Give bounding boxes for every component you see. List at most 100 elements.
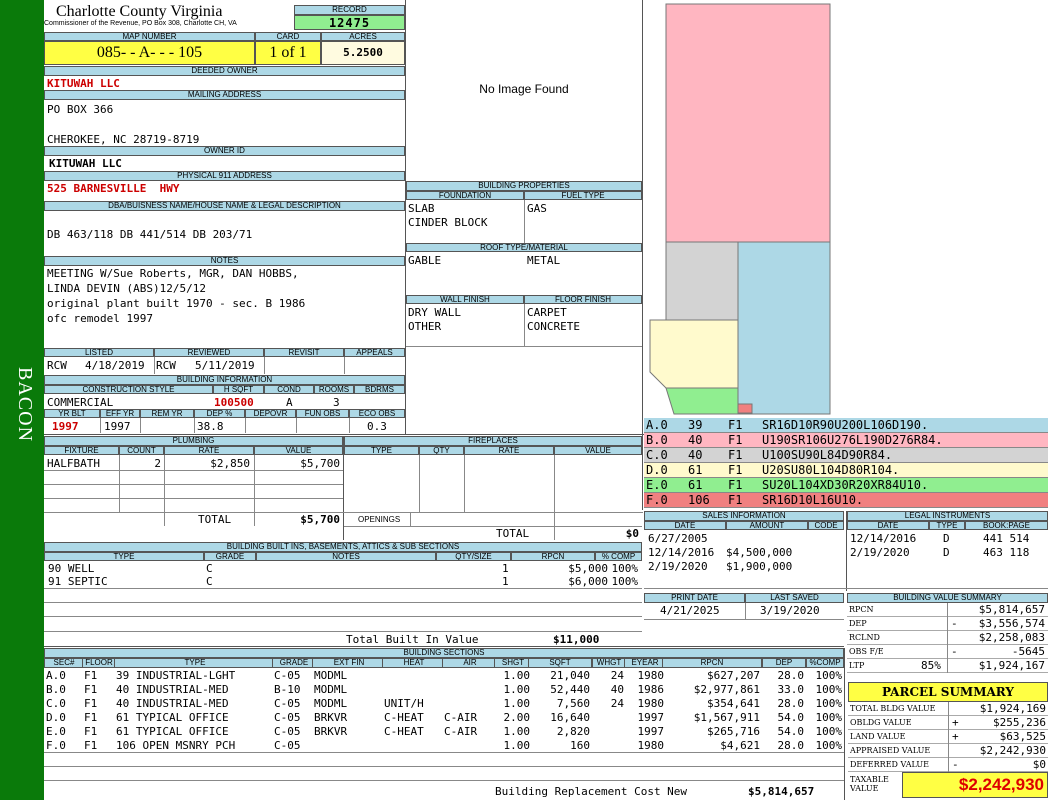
last-saved-header: LAST SAVED: [745, 593, 844, 603]
section-cell: C-05: [274, 739, 301, 752]
section-cell: $2,977,861: [693, 683, 760, 696]
builtin-grade: C: [206, 562, 213, 575]
section-cell: C-05: [274, 669, 301, 682]
legend-n: 39: [688, 418, 703, 432]
record-number: 12475: [294, 15, 405, 30]
foundation-header: FOUNDATION: [406, 191, 524, 200]
county-title: Charlotte County Virginia: [56, 3, 223, 20]
dep-pct-header: DEP %: [194, 409, 245, 418]
replacement-cost-label: Building Replacement Cost New: [495, 785, 688, 798]
legend-floor: F1: [728, 478, 743, 492]
legend-path: U190SR106U276L190D276R84.: [762, 433, 943, 447]
builtin-rpcn: $6,000: [568, 575, 608, 588]
building-sections-header: BUILDING SECTIONS: [44, 648, 844, 658]
yr-blt: 1997: [52, 420, 79, 433]
listed-date: 4/18/2019: [85, 359, 145, 372]
section-row: B.0 F1 40 INDUSTRIAL-MED B-10 MODML 1.00 52,44…: [44, 683, 844, 697]
cond-header: COND: [264, 385, 314, 394]
rooms: 3: [333, 396, 340, 409]
section-col-header: TYPE: [114, 658, 276, 668]
yr-blt-header: YR BLT: [44, 409, 100, 418]
floor-2: CONCRETE: [527, 320, 580, 333]
section-cell: C-05: [274, 725, 301, 738]
section-cell: 28.0: [777, 669, 805, 682]
ps-sign: +: [952, 716, 959, 729]
total-built-in-label: Total Built In Value: [346, 633, 479, 646]
section-cell: 33.0: [777, 683, 805, 696]
legend-code: B.0: [646, 433, 668, 447]
ps-sign: -: [952, 758, 959, 771]
section-cell: 28.0: [777, 697, 805, 710]
legal-type: D: [943, 532, 950, 545]
section-cell: 100%: [815, 739, 843, 752]
builtin-qty: 1: [502, 562, 509, 575]
map-number-header: MAP NUMBER: [44, 32, 255, 41]
deeded-owner-header: DEEDED OWNER: [44, 66, 405, 76]
sketch-section-d: [649, 319, 739, 389]
owner-id-header: OWNER ID: [44, 146, 405, 156]
fp-value-header: VALUE: [554, 446, 642, 455]
legend-code: A.0: [646, 418, 668, 432]
section-col-header: DEP: [762, 658, 806, 668]
legal-bookpage-header: BOOK:PAGE: [965, 521, 1048, 530]
fuel-1: GAS: [527, 202, 547, 215]
bi-rpcn-header: RPCN: [511, 552, 595, 561]
legal-row: 12/14/2016 D 441 514: [847, 532, 1048, 546]
construction-style: COMMERCIAL: [47, 396, 114, 409]
section-col-header: GRADE: [272, 658, 316, 668]
section-cell: 2,820: [556, 725, 590, 738]
vs-label: LTP: [849, 661, 865, 670]
dep-pct: 38.8: [197, 420, 224, 433]
fp-type-header: TYPE: [344, 446, 419, 455]
legend-floor: F1: [728, 418, 743, 432]
legend-row: F.0 106 F1 SR16D10L16U10.: [644, 493, 1048, 508]
section-col-header: AIR: [442, 658, 498, 668]
sketch-section-e: [665, 387, 739, 415]
section-cell: F1: [84, 739, 98, 752]
map-number: 085- - A- - - 105: [44, 41, 255, 65]
note-line-2: LINDA DEVIN (ABS)12/5/12: [47, 282, 206, 295]
legal-bookpage: 463 118: [983, 546, 1030, 559]
legend-row: B.0 40 F1 U190SR106U276L190D276R84.: [644, 433, 1048, 448]
section-cell: 39 INDUSTRIAL-LGHT: [116, 669, 236, 682]
legend-code: D.0: [646, 463, 668, 477]
legend-row: D.0 61 F1 U20SU80L104D80R104.: [644, 463, 1048, 478]
section-cell: 40: [610, 683, 624, 696]
section-cell: $1,567,911: [693, 711, 760, 724]
ps-value: $63,525: [999, 730, 1046, 743]
eco-obs-header: ECO OBS: [349, 409, 405, 418]
section-cell: 21,040: [550, 669, 590, 682]
value-summary-row: DEP - $3,556,574: [847, 617, 1048, 631]
mailing-line-1: PO BOX 366: [47, 103, 114, 116]
fun-obs-header: FUN OBS: [296, 409, 349, 418]
legend-n: 106: [688, 493, 710, 507]
sketch-section-f: [737, 403, 753, 414]
builtin-pct: 100%: [611, 575, 639, 588]
section-cell: 1.00: [503, 739, 531, 752]
section-cell: 24: [610, 669, 624, 682]
taxable-label: TAXABLE VALUE: [850, 775, 889, 793]
section-col-header: EXT FIN: [312, 658, 386, 668]
notes-header: NOTES: [44, 256, 405, 266]
physical-address: 525 BARNESVILLE HWY: [47, 182, 180, 195]
vs-label: OBS F/E: [849, 647, 884, 656]
legend-floor: F1: [728, 433, 743, 447]
plumbing-rate: $2,850: [210, 457, 250, 470]
legend-row: C.0 40 F1 U100SU90L84D90R84.: [644, 448, 1048, 463]
building-sketch: [649, 3, 831, 415]
value-header: VALUE: [254, 446, 343, 455]
section-row: D.0 F1 61 TYPICAL OFFICE C-05 BRKVR C-HEAT C-A…: [44, 711, 844, 725]
plumbing-header: PLUMBING: [44, 436, 343, 446]
section-col-header: FLOOR: [82, 658, 116, 668]
section-cell: MODML: [314, 697, 348, 710]
value-summary-row: OBS F/E - -5645: [847, 645, 1048, 659]
foundation-2: CINDER BLOCK: [408, 216, 488, 229]
wall-finish-header: WALL FINISH: [406, 295, 524, 304]
section-cell: 100%: [815, 669, 843, 682]
section-cell: F.0: [46, 739, 66, 752]
wall-2: OTHER: [408, 320, 442, 333]
section-row: E.0 F1 61 TYPICAL OFFICE C-05 BRKVR C-HEAT C-A…: [44, 725, 844, 739]
bi-notes-header: NOTES: [256, 552, 436, 561]
builtin-row: 91 SEPTIC C 1 $6,000 100%: [44, 575, 642, 589]
section-row: A.0 F1 39 INDUSTRIAL-LGHT C-05 MODML 1.00 21,0…: [44, 669, 844, 683]
